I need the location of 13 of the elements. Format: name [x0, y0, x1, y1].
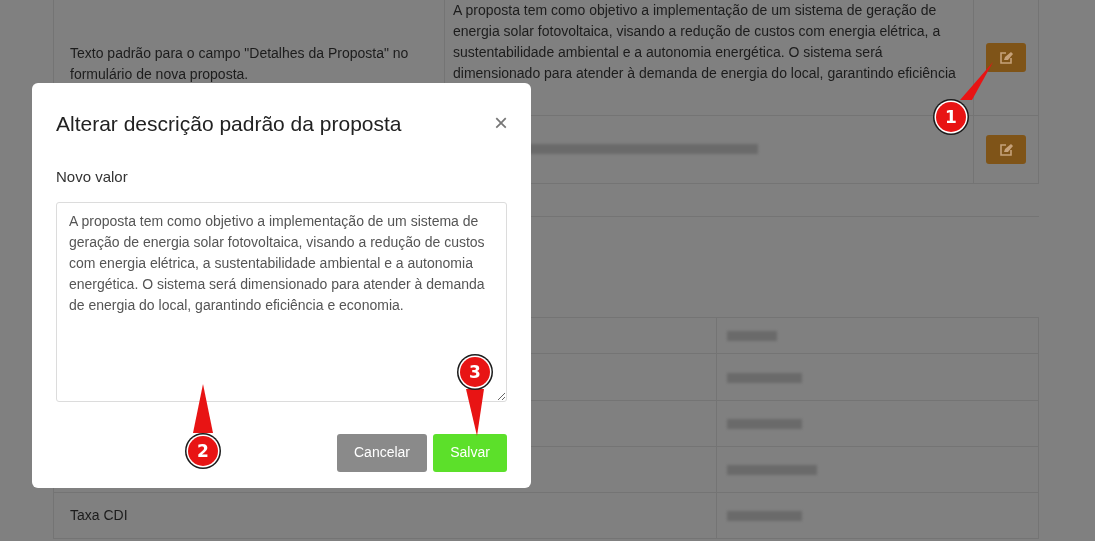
numbered-callout: 2: [185, 384, 221, 469]
table-cell-text: Texto padrão para o campo "Detalhes da Proposta" no formulário de nova proposta.: [70, 43, 410, 84]
dialog-title: Alterar descrição padrão da proposta: [56, 111, 402, 137]
numbered-callout: 3: [457, 354, 493, 436]
field-label: Novo valor: [56, 167, 129, 187]
table-cell: Taxa CDI: [70, 507, 128, 523]
cancel-button[interactable]: Cancelar: [337, 433, 427, 472]
edit-icon: [999, 50, 1013, 65]
close-button[interactable]: ×: [492, 111, 510, 135]
edit-icon: [999, 142, 1013, 157]
edit-button[interactable]: [986, 43, 1026, 72]
edit-button[interactable]: [986, 135, 1026, 164]
table-cell-text: A proposta tem como objetivo a implementação de um sistema de geração de energia solar fotovoltaica, visando a redução de custos com energia elétrica, a sustentabilidade ambiental e a autonomia energética. O sistema será dimensionado para atender à demanda de energia do local, garantindo eficiência: [453, 1, 957, 83]
